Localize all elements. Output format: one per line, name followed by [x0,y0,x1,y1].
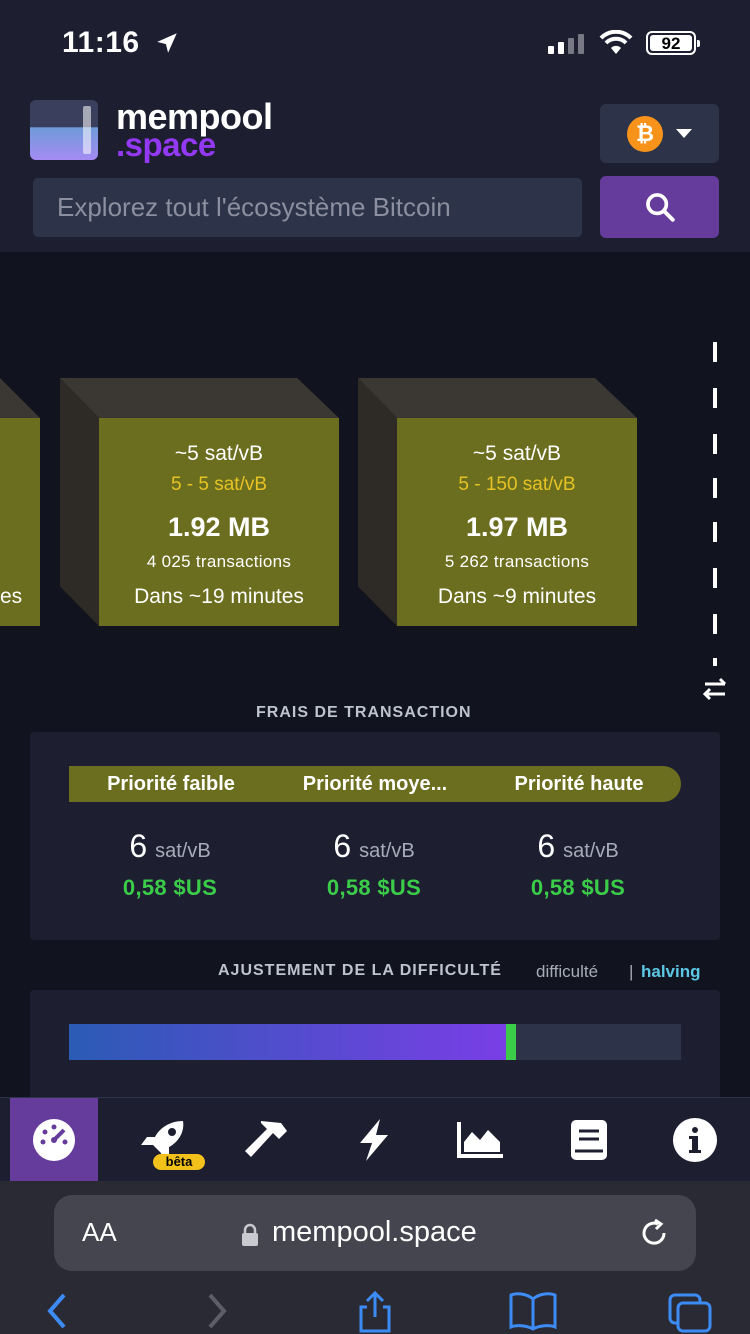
nav-docs[interactable] [545,1098,633,1182]
fee-priority-bar: Priorité faible Priorité moye... Priorit… [69,766,681,802]
reader-settings-button[interactable]: AA [82,1217,117,1248]
block-transactions: 4 025 transactions [146,552,292,571]
url-text: mempool.space [272,1216,477,1248]
mempool-block-partial[interactable]: es [0,378,40,626]
fee-usd: 0,58 $US [530,875,626,900]
mempool-block[interactable]: ~5 sat/vB 5 - 5 sat/vB 1.92 MB 4 025 tra… [60,378,339,626]
mempool-block[interactable]: ~5 sat/vB 5 - 150 sat/vB 1.97 MB 5 262 t… [358,378,637,626]
nav-about[interactable] [651,1098,739,1182]
block-eta: Dans ~9 minutes [437,585,597,608]
block-fee-range: 5 - 150 sat/vB [458,474,576,495]
fees-card: Priorité faible Priorité moye... Priorit… [30,732,720,940]
difficulty-progress-bar [69,1024,681,1060]
signal-icon [548,34,584,54]
block-transactions: 5 262 transactions [444,552,590,571]
tabs-icon[interactable] [666,1291,714,1333]
block-size: 1.92 MB [167,512,271,542]
fee-low: 6 sat/vB 0,58 $US [70,828,270,901]
fee-medium: 6 sat/vB 0,58 $US [274,828,474,901]
priority-medium-label: Priorité moye... [302,772,448,795]
block-fee-range: 5 - 5 sat/vB [170,474,268,495]
battery-level: 92 [650,35,692,52]
difficulty-progress-fill [69,1024,510,1060]
battery-icon: 92 [646,31,700,55]
fee-unit: sat/vB [359,840,415,862]
fee-rate: 6 [333,828,352,864]
difficulty-progress-marker [506,1024,516,1060]
difficulty-link[interactable]: difficulté [536,962,598,982]
network-selector-button[interactable]: ₿ [600,104,719,163]
reload-icon[interactable] [638,1217,670,1249]
chevron-down-icon [676,129,692,138]
hammer-icon [245,1121,287,1157]
search-input[interactable] [33,178,582,237]
wifi-icon [599,30,633,54]
search-button[interactable] [600,176,719,238]
swap-arrows-icon[interactable] [701,676,729,702]
fee-rate: 6 [129,828,148,864]
fee-rate: 6 [537,828,556,864]
block-median-fee: ~5 sat/vB [472,442,562,465]
link-separator: | [629,962,634,981]
address-bar[interactable]: AA mempool.space [54,1195,696,1271]
aa-label: AA [82,1217,117,1247]
browser-toolbar: AA mempool.space [0,1181,750,1334]
beta-badge: bêta [153,1154,205,1170]
block-eta: Dans ~19 minutes [134,585,304,608]
nav-mining[interactable] [222,1098,310,1182]
search-icon [645,193,675,222]
nav-graphs[interactable] [437,1098,525,1182]
difficulty-title: AJUSTEMENT DE LA DIFFICULTÉ [218,962,502,979]
share-icon[interactable] [355,1291,395,1333]
bottom-navigation [0,1097,750,1182]
priority-low-label: Priorité faible [107,772,235,795]
forward-icon[interactable] [202,1291,232,1331]
chart-icon [457,1122,503,1158]
back-icon[interactable] [42,1291,72,1331]
fee-usd: 0,58 $US [122,875,218,900]
priority-high-label: Priorité haute [514,772,644,795]
bitcoin-icon: ₿ [627,116,663,152]
lightning-icon [360,1119,388,1161]
halving-link[interactable]: halving [641,962,701,982]
bookmarks-icon[interactable] [508,1291,558,1331]
fee-unit: sat/vB [155,840,211,862]
status-time: 11:16 [62,26,140,59]
header: 11:16 92 mempool .space ₿ [0,0,750,252]
fee-high: 6 sat/vB 0,58 $US [478,828,678,901]
fee-unit: sat/vB [563,840,619,862]
info-icon [673,1118,717,1162]
block-size: 1.97 MB [465,512,569,542]
docs-icon [571,1120,607,1160]
nav-dashboard[interactable] [10,1098,98,1182]
fees-title: FRAIS DE TRANSACTION [256,704,472,721]
mempool-logo-icon[interactable] [30,100,98,160]
fee-usd: 0,58 $US [326,875,422,900]
location-arrow-icon [157,33,177,53]
nav-lightning[interactable] [330,1098,418,1182]
lock-icon [242,1223,258,1246]
dashboard-icon [33,1119,75,1161]
difficulty-card [30,990,720,1100]
logo-text-space[interactable]: .space [116,126,216,164]
block-partial-text: es [0,585,23,608]
block-median-fee: ~5 sat/vB [174,442,264,465]
